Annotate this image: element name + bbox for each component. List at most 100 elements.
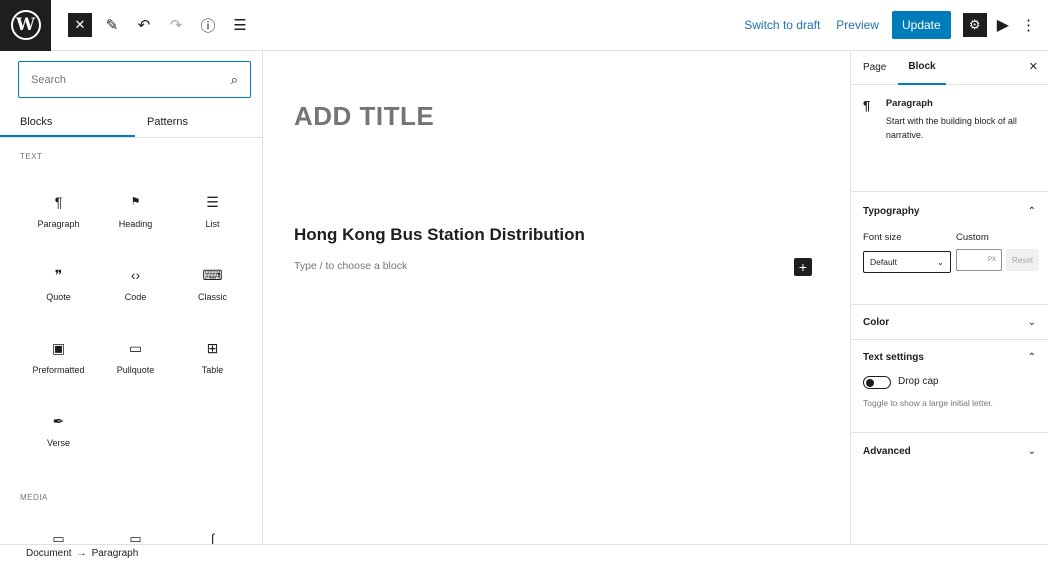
chevron-down-icon: ⌄ [1027,445,1036,457]
block-label: Paragraph [37,219,80,229]
block-list[interactable]: ☰ List [174,191,251,241]
image-icon[interactable]: ▭ [20,531,97,544]
top-toolbar: W ✕ ✎ ↶ ↷ ⓘ ☰ Switch to draft Preview Up… [0,0,1048,51]
panel-title: Advanced [863,445,911,457]
list-view-icon[interactable]: ☰ [228,13,252,37]
block-paragraph[interactable]: ¶ Paragraph [20,191,97,241]
block-label: Verse [46,438,70,448]
block-code[interactable]: ‹› Code [97,264,174,314]
redo-icon[interactable]: ↷ [164,13,188,37]
plugin-icon[interactable]: ▶ [997,15,1009,35]
text-settings-toggle[interactable]: Text settings ⌃ [863,340,1036,374]
block-quote[interactable]: ❞ Quote [20,264,97,314]
feather-pen-icon: ✒ [52,413,65,429]
reset-font-size-button[interactable]: Reset [1006,249,1039,271]
font-size-select[interactable]: Default ⌄ [863,251,951,273]
sidebar-tabs: Page Block ✕ [851,51,1048,85]
settings-gear-icon[interactable]: ⚙ [962,13,987,37]
drop-cap-toggle[interactable] [863,376,891,389]
keyboard-icon: ⌨ [202,267,223,283]
color-panel: Color ⌄ [851,305,1048,340]
block-pullquote[interactable]: ▭ Pullquote [97,337,174,387]
undo-icon[interactable]: ↶ [132,13,156,37]
search-input[interactable] [31,73,231,86]
close-inserter-button[interactable]: ✕ [68,13,92,37]
update-button[interactable]: Update [891,11,951,39]
list-icon: ☰ [206,194,219,210]
tab-block[interactable]: Block [898,51,946,85]
block-label: Preformatted [32,365,85,375]
color-toggle[interactable]: Color ⌄ [863,305,1036,339]
preformatted-icon: ▣ [51,340,66,356]
tab-blocks[interactable]: Blocks [0,108,135,137]
block-inserter-panel: ⌕ Blocks Patterns TEXT ¶ Paragraph ⚑ Hea… [0,51,263,544]
chevron-up-icon: ⌃ [1027,205,1036,217]
heading-block[interactable]: Hong Kong Bus Station Distribution [294,225,585,245]
block-label: Classic [197,292,227,302]
block-card: ¶ Paragraph Start with the building bloc… [851,85,1048,192]
block-label: Code [124,292,147,302]
paragraph-icon: ¶ [54,194,63,210]
text-settings-panel: Text settings ⌃ Drop cap Toggle to show … [851,340,1048,433]
inserter-search[interactable]: ⌕ [18,61,251,98]
media-category-label: MEDIA [20,493,48,502]
tools-pencil-icon[interactable]: ✎ [100,13,124,37]
tab-page[interactable]: Page [851,51,898,85]
block-label: Quote [46,292,71,302]
typography-body: Font size Custom Default ⌄ PX Reset [863,230,1039,304]
search-icon: ⌕ [230,71,238,87]
text-settings-body: Drop cap Toggle to show a large initial … [863,374,1036,432]
chevron-down-icon: ⌄ [936,256,944,267]
post-title-input[interactable]: ADD TITLE [294,101,434,132]
paragraph-icon: ¶ [863,98,871,113]
typography-toggle[interactable]: Typography ⌃ [863,192,1036,230]
block-card-title: Paragraph [885,98,933,109]
breadcrumb-separator: → [76,547,87,559]
wordpress-icon: W [10,10,41,40]
more-options-icon[interactable]: ⋮ [1021,16,1036,34]
panel-title: Text settings [863,351,924,363]
custom-font-size-input[interactable]: PX [956,249,1002,271]
text-blocks-grid: ¶ Paragraph ⚑ Heading ☰ List ❞ Quote ‹› … [20,191,250,460]
wordpress-logo-button[interactable]: W [0,0,51,51]
drop-cap-help: Toggle to show a large initial letter. [863,398,993,408]
settings-sidebar: Page Block ✕ ¶ Paragraph Start with the … [850,51,1048,544]
block-table[interactable]: ⊞ Table [174,337,251,387]
panel-title: Typography [863,205,920,217]
close-sidebar-icon[interactable]: ✕ [1029,60,1038,73]
block-label: Table [201,365,224,375]
add-block-button[interactable]: + [794,258,812,276]
block-verse[interactable]: ✒ Verse [20,410,97,460]
audio-icon[interactable]: ∫ [174,531,251,544]
block-heading[interactable]: ⚑ Heading [97,191,174,241]
switch-to-draft-button[interactable]: Switch to draft [744,18,820,32]
breadcrumb: Document → Paragraph [0,544,1048,561]
block-label: Pullquote [116,365,155,375]
preview-button[interactable]: Preview [836,18,879,32]
advanced-toggle[interactable]: Advanced ⌄ [863,433,1036,469]
gallery-icon[interactable]: ▭ [97,531,174,544]
custom-size-label: Custom [956,232,989,243]
advanced-panel: Advanced ⌄ [851,433,1048,469]
details-info-icon[interactable]: ⓘ [196,13,220,37]
breadcrumb-document[interactable]: Document [26,548,72,559]
font-size-label: Font size [863,232,902,243]
block-label: List [205,219,220,229]
empty-paragraph-block[interactable]: Type / to choose a block [294,260,407,272]
media-blocks-grid: ▭ ▭ ∫ [20,531,250,544]
tab-patterns[interactable]: Patterns [135,108,262,137]
block-preformatted[interactable]: ▣ Preformatted [20,337,97,387]
quote-icon: ❞ [54,267,63,283]
code-icon: ‹› [130,267,141,283]
breadcrumb-paragraph[interactable]: Paragraph [92,548,139,559]
inserter-tabs: Blocks Patterns [0,108,262,138]
block-classic[interactable]: ⌨ Classic [174,264,251,314]
editor-app: W ✕ ✎ ↶ ↷ ⓘ ☰ Switch to draft Preview Up… [0,0,1048,561]
bookmark-icon: ⚑ [130,196,141,208]
chevron-up-icon: ⌃ [1027,351,1036,363]
block-card-description: Start with the building block of all nar… [885,116,1017,140]
typography-panel: Typography ⌃ Font size Custom Default ⌄ … [851,192,1048,305]
drop-cap-label: Drop cap [898,376,939,387]
table-icon: ⊞ [206,340,219,356]
panel-title: Color [863,316,890,328]
